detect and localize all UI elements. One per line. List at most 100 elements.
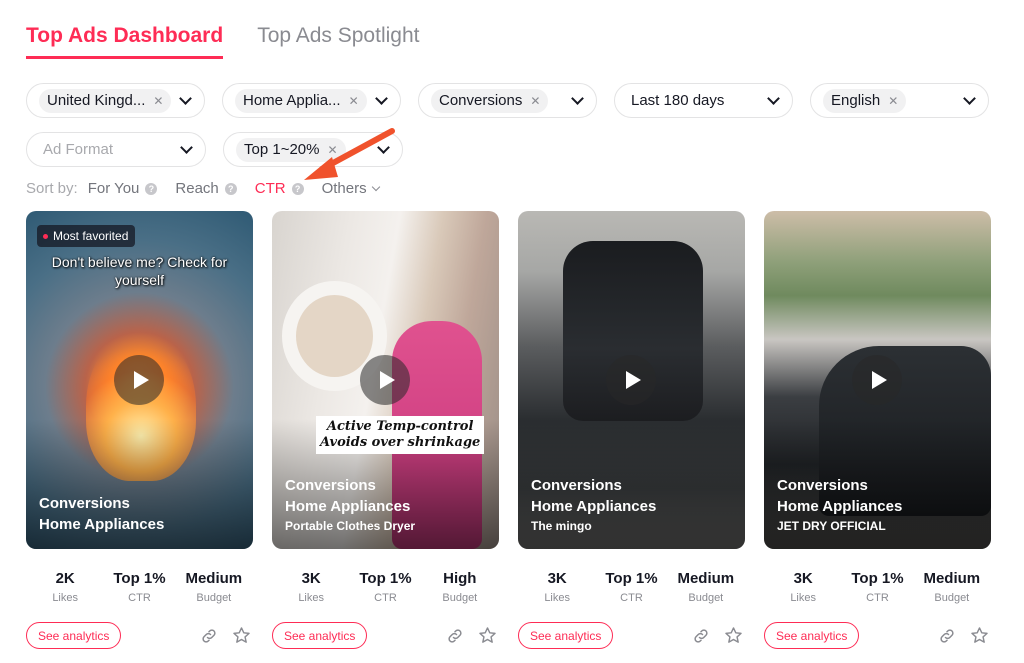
star-icon[interactable] [232, 626, 251, 645]
chevron-down-icon [179, 91, 192, 105]
ad-objective: Conversions [39, 495, 130, 512]
ad-format-filter[interactable]: Ad Format [26, 132, 206, 167]
remove-objective-icon[interactable]: ✕ [530, 94, 540, 108]
budget-value: Medium [677, 570, 735, 587]
ad-video-thumbnail[interactable]: Conversions Home Appliances The mingo [518, 211, 745, 549]
ad-video-thumbnail[interactable]: Active Temp-control Avoids over shrinkag… [272, 211, 499, 549]
ad-stats: 3K Likes Top 1% CTR High Budget [272, 569, 499, 604]
sort-bar: Sort by: For You? Reach? CTR? Others [26, 180, 397, 197]
budget-value: Medium [185, 570, 243, 587]
region-chip: United Kingd... ✕ [39, 88, 172, 113]
likes-value: 3K [301, 570, 321, 587]
budget-label: Budget [442, 592, 478, 604]
see-analytics-button[interactable]: See analytics [272, 622, 368, 649]
ad-actions: See analytics [518, 622, 745, 649]
ad-industry: Home Appliances [777, 498, 903, 515]
tab-top-ads-spotlight[interactable]: Top Ads Spotlight [257, 22, 419, 59]
remove-region-icon[interactable]: ✕ [153, 94, 163, 108]
ad-stats: 3K Likes Top 1% CTR Medium Budget [518, 569, 745, 604]
ad-card: Conversions Home Appliances JET DRY OFFI… [764, 211, 991, 649]
period-filter[interactable]: Last 180 days [614, 83, 793, 118]
video-overlay-text: Active Temp-control Avoids over shrinkag… [316, 416, 485, 454]
ad-video-thumbnail[interactable]: Most favorited Don't believe me? Check f… [26, 211, 253, 549]
sort-by-label: Sort by: [26, 180, 78, 197]
sort-ctr[interactable]: CTR? [255, 180, 304, 197]
annotation-arrow-icon [304, 128, 395, 180]
industry-filter[interactable]: Home Applia... ✕ [222, 83, 401, 118]
ad-industry: Home Appliances [531, 498, 657, 515]
help-icon[interactable]: ? [145, 182, 158, 195]
ad-format-placeholder: Ad Format [43, 141, 114, 158]
ad-brand: The mingo [531, 519, 592, 533]
see-analytics-button[interactable]: See analytics [518, 622, 614, 649]
ad-card: Most favorited Don't believe me? Check f… [26, 211, 253, 649]
period-value: Last 180 days [631, 92, 725, 109]
play-button[interactable] [114, 355, 164, 405]
sort-others-dropdown[interactable]: Others [321, 180, 380, 197]
sort-others-label: Others [321, 180, 367, 197]
ad-actions: See analytics [26, 622, 253, 649]
sort-ctr-label: CTR [254, 180, 286, 197]
badge-label: Most favorited [53, 229, 129, 243]
likes-value: 3K [793, 570, 813, 587]
ctr-value: Top 1% [113, 570, 166, 587]
remove-industry-icon[interactable]: ✕ [349, 94, 359, 108]
ctr-label: CTR [620, 592, 643, 604]
sort-reach[interactable]: Reach? [175, 180, 237, 197]
play-button[interactable] [606, 355, 656, 405]
remove-language-icon[interactable]: ✕ [888, 94, 898, 108]
most-favorited-badge: Most favorited [37, 225, 136, 247]
ad-card: Conversions Home Appliances The mingo 3K… [518, 211, 745, 649]
likes-value: 2K [55, 570, 75, 587]
ad-cards-grid: Most favorited Don't believe me? Check f… [26, 211, 991, 649]
star-icon[interactable] [478, 626, 497, 645]
link-icon[interactable] [200, 627, 218, 645]
ad-actions: See analytics [272, 622, 499, 649]
ad-meta: Conversions Home Appliances [39, 493, 164, 535]
ad-objective: Conversions [285, 477, 376, 494]
help-icon[interactable]: ? [224, 182, 237, 195]
play-icon [871, 371, 887, 389]
chevron-down-icon [375, 91, 388, 105]
star-icon[interactable] [970, 626, 989, 645]
ad-video-thumbnail[interactable]: Conversions Home Appliances JET DRY OFFI… [764, 211, 991, 549]
play-icon [379, 371, 395, 389]
budget-label: Budget [196, 592, 232, 604]
play-button[interactable] [360, 355, 410, 405]
region-chip-label: United Kingd... [47, 92, 146, 109]
ad-industry: Home Appliances [39, 516, 165, 533]
likes-label: Likes [52, 592, 78, 604]
sort-for-you[interactable]: For You? [88, 180, 158, 197]
ctr-value: Top 1% [605, 570, 658, 587]
star-icon[interactable] [724, 626, 743, 645]
play-button[interactable] [852, 355, 902, 405]
language-filter[interactable]: English ✕ [810, 83, 989, 118]
budget-label: Budget [688, 592, 724, 604]
region-filter[interactable]: United Kingd... ✕ [26, 83, 205, 118]
ctr-label: CTR [128, 592, 151, 604]
likes-label: Likes [544, 592, 570, 604]
help-icon[interactable]: ? [291, 182, 304, 195]
objective-chip-label: Conversions [439, 92, 523, 109]
budget-value: High [443, 570, 477, 587]
budget-label: Budget [934, 592, 970, 604]
link-icon[interactable] [446, 627, 464, 645]
objective-filter[interactable]: Conversions ✕ [418, 83, 597, 118]
see-analytics-button[interactable]: See analytics [26, 622, 122, 649]
ad-objective: Conversions [531, 477, 622, 494]
ad-industry: Home Appliances [285, 498, 411, 515]
overlay-line-1: Active Temp-control [326, 419, 474, 434]
chevron-down-icon [180, 140, 193, 154]
objective-chip: Conversions ✕ [431, 88, 549, 113]
tab-top-ads-dashboard[interactable]: Top Ads Dashboard [26, 22, 224, 59]
chevron-down-icon [571, 91, 584, 105]
link-icon[interactable] [938, 627, 956, 645]
filter-bar: United Kingd... ✕ Home Applia... ✕ Convers… [26, 83, 989, 181]
industry-chip-label: Home Applia... [243, 92, 341, 109]
see-analytics-button[interactable]: See analytics [764, 622, 860, 649]
ctr-label: CTR [866, 592, 889, 604]
ad-meta: Conversions Home Appliances The mingo [531, 475, 656, 535]
ad-stats: 2K Likes Top 1% CTR Medium Budget [26, 569, 253, 604]
link-icon[interactable] [692, 627, 710, 645]
language-chip: English ✕ [823, 88, 907, 113]
